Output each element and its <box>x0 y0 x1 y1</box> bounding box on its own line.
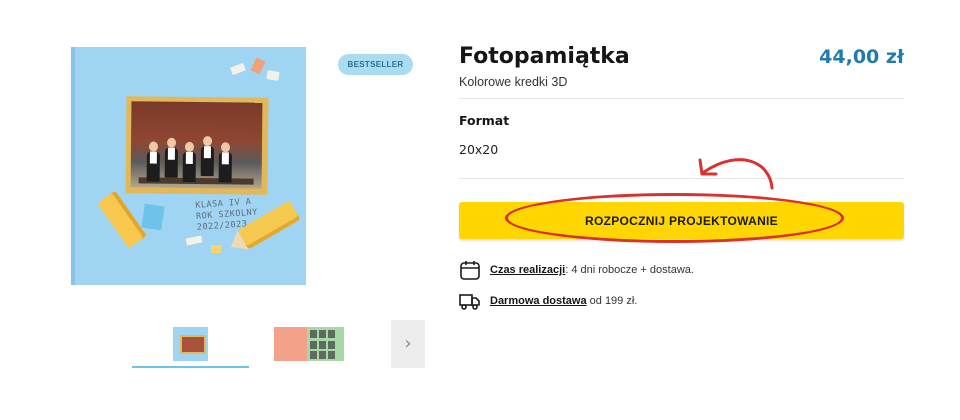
child-figure <box>164 147 178 178</box>
child-figure <box>200 146 214 177</box>
book-spine <box>71 47 75 285</box>
divider <box>459 178 904 179</box>
thumbnail-cell <box>319 351 326 359</box>
letter-block-decoration <box>141 203 165 231</box>
thumbnail-cell <box>319 330 326 338</box>
pencil-decoration <box>97 190 147 249</box>
free-delivery-text: od 199 zł. <box>586 295 638 307</box>
thumbnail-spread[interactable] <box>274 327 344 361</box>
delivery-truck-icon <box>459 294 480 310</box>
product-main-image: KLASA IV A ROK SZKOLNY 2022/2023 <box>71 47 306 285</box>
paper-scrap-decoration <box>266 70 280 81</box>
thumbnail-spread-page <box>307 327 344 361</box>
thumbnail-cell <box>328 330 335 338</box>
format-value[interactable]: 20x20 <box>459 142 498 157</box>
class-photo <box>130 101 263 189</box>
child-figure <box>182 151 196 182</box>
free-delivery-link[interactable]: Darmowa dostawa <box>490 295 587 307</box>
child-figure <box>146 151 160 182</box>
product-subtitle: Kolorowe kredki 3D <box>459 75 568 89</box>
annotation-arrow-icon <box>698 158 774 190</box>
thumbnail-cover[interactable] <box>173 327 208 361</box>
product-title: Fotopamiątka <box>459 44 630 69</box>
calendar-icon <box>460 261 480 280</box>
product-price: 44,00 zł <box>819 46 904 68</box>
thumbnail-cell <box>310 351 317 359</box>
format-label: Format <box>459 113 510 128</box>
lead-time-link[interactable]: Czas realizacji <box>490 264 565 276</box>
child-figure <box>218 152 232 183</box>
thumbnail-photo <box>180 335 206 354</box>
chevron-right-icon[interactable]: › <box>391 320 425 368</box>
thumbnail-cell <box>310 341 317 349</box>
lead-time-text: : 4 dni robocze + dostawa. <box>565 264 694 276</box>
delivery-row: Darmowa dostawa od 199 zł. <box>459 290 637 312</box>
paper-scrap-decoration <box>185 235 203 246</box>
thumbnail-cell <box>328 341 335 349</box>
paper-scrap-decoration <box>250 57 266 75</box>
thumbnail-cell <box>328 351 335 359</box>
divider <box>459 98 904 99</box>
thumbnail-cell <box>319 341 326 349</box>
class-photo-frame <box>125 96 269 195</box>
bestseller-badge: BESTSELLER <box>338 54 413 75</box>
thumbnail-cell <box>310 330 317 338</box>
start-designing-button[interactable]: ROZPOCZNIJ PROJEKTOWANIE <box>459 202 904 239</box>
paper-scrap-decoration <box>230 62 246 76</box>
lead-time-row: Czas realizacji : 4 dni robocze + dostaw… <box>459 259 694 281</box>
paper-scrap-decoration <box>211 245 221 253</box>
active-thumbnail-indicator <box>132 366 249 368</box>
